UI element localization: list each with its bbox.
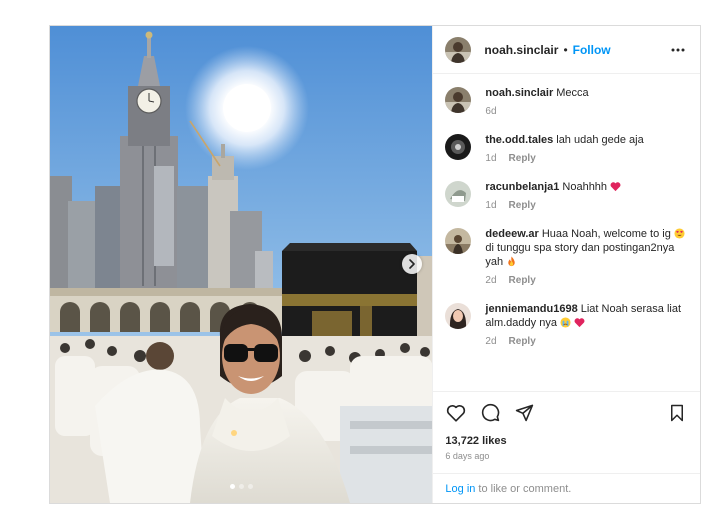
share-button[interactable] xyxy=(513,402,535,424)
comment-text: lah udah gede aja xyxy=(556,134,644,146)
comments-list[interactable]: noah.sinclair Mecca 6d the.odd.tales lah… xyxy=(433,74,700,391)
reply-button[interactable]: Reply xyxy=(509,335,536,349)
follow-button[interactable]: Follow xyxy=(573,43,611,57)
comment-item: racunbelanja1 Noahhhh 1d Reply xyxy=(445,180,688,213)
header-separator: • xyxy=(563,42,568,57)
fire-icon xyxy=(508,256,515,267)
paper-plane-icon xyxy=(515,404,534,422)
reply-button[interactable]: Reply xyxy=(509,199,536,213)
avatar-noah-image xyxy=(445,36,472,63)
comment-username[interactable]: jenniemandu1698 xyxy=(485,303,577,315)
heart-icon xyxy=(447,404,466,422)
reply-button[interactable]: Reply xyxy=(509,274,536,288)
comment-username[interactable]: racunbelanja1 xyxy=(485,181,559,193)
comment-body: racunbelanja1 Noahhhh 1d Reply xyxy=(485,180,688,213)
avatar-racunbelanja-image xyxy=(445,181,472,207)
red-heart-icon xyxy=(610,182,621,192)
crying-face-icon xyxy=(560,317,571,328)
likes-count[interactable]: 13,722 likes xyxy=(433,433,700,449)
comment-time[interactable]: 2d xyxy=(485,274,496,288)
comment-time[interactable]: 2d xyxy=(485,335,496,349)
comment-text: Noahhhh xyxy=(562,181,608,193)
caption-text: Mecca xyxy=(556,87,589,99)
comment-username[interactable]: the.odd.tales xyxy=(485,134,553,146)
commenter-avatar[interactable] xyxy=(445,228,472,254)
chevron-right-icon xyxy=(409,259,415,269)
commenter-avatar[interactable] xyxy=(445,303,472,329)
heart-eyes-icon xyxy=(674,228,685,239)
avatar-odd-tales-image xyxy=(445,134,472,160)
comment-button[interactable] xyxy=(479,402,501,424)
comment-time[interactable]: 1d xyxy=(485,152,496,166)
caption-body: noah.sinclair Mecca 6d xyxy=(485,86,688,119)
post-photo[interactable] xyxy=(50,26,433,503)
carousel-indicator xyxy=(50,484,432,489)
login-prompt: Log in to like or comment. xyxy=(433,473,700,503)
more-options-button[interactable] xyxy=(668,40,688,60)
comment-item: the.odd.tales lah udah gede aja 1d Reply xyxy=(445,133,688,166)
comment-time[interactable]: 1d xyxy=(485,199,496,213)
post-header: noah.sinclair • Follow xyxy=(433,26,700,74)
author-avatar[interactable] xyxy=(445,87,472,113)
reply-button[interactable]: Reply xyxy=(509,152,536,166)
post-sidebar: noah.sinclair • Follow noah.sinclair Mec… xyxy=(432,26,700,503)
save-button[interactable] xyxy=(666,402,688,424)
comment-meta: 1d Reply xyxy=(485,152,688,166)
caption-meta: 6d xyxy=(485,105,688,119)
comment-meta: 1d Reply xyxy=(485,199,688,213)
like-button[interactable] xyxy=(445,402,467,424)
comment-item: jenniemandu1698 Liat Noah serasa liat alm… xyxy=(445,302,688,349)
avatar-noah-image xyxy=(445,87,472,113)
caption-username[interactable]: noah.sinclair xyxy=(485,87,553,99)
comment-body: jenniemandu1698 Liat Noah serasa liat alm… xyxy=(485,302,688,349)
comment-meta: 2d Reply xyxy=(485,274,688,288)
comment-meta: 2d Reply xyxy=(485,335,688,349)
avatar-dedeew-image xyxy=(445,228,472,254)
action-bar xyxy=(433,391,700,433)
comment-username[interactable]: dedeew.ar xyxy=(485,228,538,240)
more-horizontal-icon xyxy=(671,48,685,51)
carousel-dot xyxy=(238,484,244,489)
caption: noah.sinclair Mecca 6d xyxy=(445,86,688,119)
avatar-jenniemandu-image xyxy=(445,303,472,329)
bookmark-icon xyxy=(671,404,683,421)
next-slide-button[interactable] xyxy=(402,254,422,274)
comment-text-start: Huaa Noah, welcome to ig xyxy=(541,228,671,240)
carousel-dot xyxy=(229,484,235,489)
comment-body: the.odd.tales lah udah gede aja 1d Reply xyxy=(485,133,688,166)
comment-item: dedeew.ar Huaa Noah, welcome to ig di tun… xyxy=(445,227,688,288)
author-username[interactable]: noah.sinclair xyxy=(484,43,558,57)
red-heart-icon xyxy=(574,318,585,328)
post-timestamp: 6 days ago xyxy=(445,451,490,461)
photo-scene xyxy=(50,26,433,503)
login-prompt-text: to like or comment. xyxy=(478,482,572,495)
caption-time[interactable]: 6d xyxy=(485,105,496,119)
login-link[interactable]: Log in xyxy=(445,483,475,495)
comment-body: dedeew.ar Huaa Noah, welcome to ig di tun… xyxy=(485,227,688,288)
author-avatar[interactable] xyxy=(445,36,472,63)
carousel-dot xyxy=(247,484,253,489)
commenter-avatar[interactable] xyxy=(445,181,472,207)
post-modal: noah.sinclair • Follow noah.sinclair Mec… xyxy=(49,25,701,504)
comment-bubble-icon xyxy=(481,403,500,422)
commenter-avatar[interactable] xyxy=(445,134,472,160)
